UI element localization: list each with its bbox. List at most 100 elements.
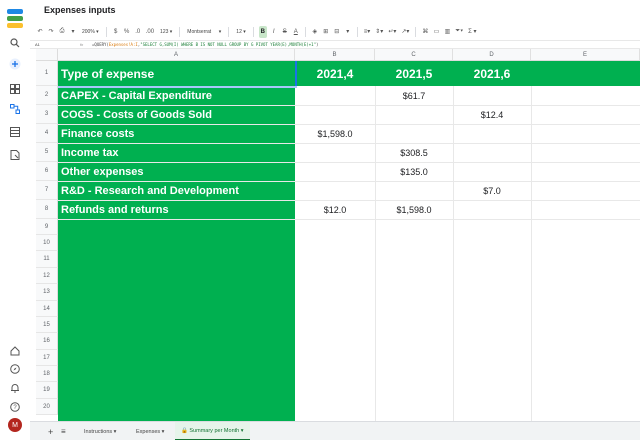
document-icon[interactable] — [8, 148, 22, 162]
expense-type-cell[interactable]: COGS - Costs of Goods Sold — [61, 105, 212, 124]
insert-link-icon[interactable]: ⌘ — [421, 26, 429, 38]
all-sheets-button[interactable]: ≡ — [61, 422, 66, 440]
home-icon[interactable] — [8, 344, 22, 358]
row-header[interactable]: 16 — [36, 333, 58, 350]
value-cell[interactable]: $1,598.0 — [295, 124, 375, 143]
row-header[interactable]: 4 — [36, 124, 58, 143]
freeze-line[interactable] — [58, 86, 297, 88]
value-cell[interactable]: $61.7 — [375, 86, 453, 105]
app-logo[interactable] — [7, 9, 23, 29]
row-header[interactable]: 2 — [36, 86, 58, 105]
bold-button[interactable]: B — [258, 25, 267, 38]
value-cell[interactable]: $308.5 — [375, 143, 453, 162]
expense-type-cell[interactable]: Refunds and returns — [61, 200, 169, 219]
redo-icon[interactable]: ↷ — [47, 26, 55, 38]
row-header[interactable]: 11 — [36, 251, 58, 268]
insert-comment-icon[interactable]: ▭ — [432, 26, 440, 38]
help-icon[interactable]: ? — [8, 400, 22, 414]
column-header-b[interactable]: B — [295, 49, 375, 61]
tab-expenses[interactable]: Expenses ▾ — [130, 422, 170, 440]
insert-chart-icon[interactable]: ▥ — [443, 26, 451, 38]
row-header[interactable]: 9 — [36, 219, 58, 235]
select-all-corner[interactable] — [36, 49, 58, 61]
expense-type-cell[interactable]: Income tax — [61, 143, 118, 162]
flow-icon[interactable] — [8, 102, 22, 116]
row-header[interactable]: 20 — [36, 399, 58, 415]
value-cell[interactable]: $12.4 — [453, 105, 531, 124]
merge-dropdown-icon[interactable]: ▾ — [344, 26, 352, 38]
currency-button[interactable]: $ — [112, 26, 120, 38]
sheets-app: ? M Expenses inputs ↶ ↷ ⎙ ▾ 200% ▾ $ % .… — [0, 0, 640, 440]
expense-type-cell[interactable]: Finance costs — [61, 124, 134, 143]
value-cell[interactable]: $7.0 — [453, 181, 531, 200]
merge-cells-icon[interactable]: ⊟ — [333, 26, 341, 38]
expense-type-cell[interactable]: Other expenses — [61, 162, 144, 181]
value-cell[interactable]: $135.0 — [375, 162, 453, 181]
functions-button[interactable]: Σ ▾ — [467, 26, 477, 38]
notifications-icon[interactable] — [8, 381, 22, 395]
add-sheet-button[interactable]: + — [48, 422, 53, 440]
header-cell-period[interactable]: 2021,5 — [375, 61, 453, 86]
row-header[interactable]: 6 — [36, 162, 58, 181]
column-header-d[interactable]: D — [453, 49, 531, 61]
gridline — [58, 162, 640, 163]
row-header[interactable]: 8 — [36, 200, 58, 219]
header-cell-period[interactable]: 2021,4 — [295, 61, 375, 86]
row-header[interactable]: 7 — [36, 181, 58, 200]
header-cell-type[interactable]: Type of expense — [61, 61, 154, 86]
column-header-e[interactable]: E — [531, 49, 640, 61]
value-cell[interactable]: $12.0 — [295, 200, 375, 219]
text-rotation-icon[interactable]: ↗▾ — [400, 26, 410, 38]
search-icon[interactable] — [8, 36, 22, 50]
paint-format-icon[interactable]: ▾ — [69, 26, 77, 38]
row-header[interactable]: 5 — [36, 143, 58, 162]
row-header[interactable]: 15 — [36, 317, 58, 333]
italic-button[interactable]: I — [270, 26, 278, 38]
tab-instructions[interactable]: Instructions ▾ — [78, 422, 122, 440]
decrease-decimal-button[interactable]: .0 — [134, 26, 142, 38]
row-header[interactable]: 12 — [36, 268, 58, 284]
fill-color-icon[interactable]: ◈ — [311, 26, 319, 38]
row-header[interactable]: 17 — [36, 350, 58, 366]
row-header[interactable]: 1 — [36, 61, 58, 86]
percent-button[interactable]: % — [123, 26, 131, 38]
avatar[interactable]: M — [8, 418, 22, 432]
value-cell[interactable]: $1,598.0 — [375, 200, 453, 219]
name-box[interactable]: A1 — [35, 42, 40, 47]
expense-type-cell[interactable]: R&D - Research and Development — [61, 181, 239, 200]
toolbar: ↶ ↷ ⎙ ▾ 200% ▾ $ % .0 .00 123 ▾ Montserr… — [36, 23, 640, 40]
formula-end: ) — [316, 42, 319, 47]
column-header-a[interactable]: A — [58, 49, 295, 61]
zoom-select[interactable]: 200% ▾ — [80, 26, 101, 38]
undo-icon[interactable]: ↶ — [36, 26, 44, 38]
row-header[interactable]: 10 — [36, 235, 58, 251]
column-header-c[interactable]: C — [375, 49, 453, 61]
increase-decimal-button[interactable]: .00 — [145, 26, 155, 38]
text-color-button[interactable]: A — [292, 26, 300, 38]
filter-icon[interactable]: ⏷▾ — [454, 26, 464, 38]
vertical-align-icon[interactable]: ⇕▾ — [374, 26, 384, 38]
horizontal-align-icon[interactable]: ≡▾ — [363, 26, 372, 38]
font-size-select[interactable]: 12 ▾ — [234, 26, 247, 38]
font-select[interactable]: Montserrat ▾ — [185, 26, 223, 38]
expense-type-cell[interactable]: CAPEX - Capital Expenditure — [61, 86, 212, 105]
borders-icon[interactable]: ⊞ — [322, 26, 330, 38]
row-header[interactable]: 18 — [36, 366, 58, 382]
number-format-select[interactable]: 123 ▾ — [158, 26, 174, 38]
explore-icon[interactable] — [8, 362, 22, 376]
header-cell-period[interactable]: 2021,6 — [453, 61, 531, 86]
text-wrap-icon[interactable]: ↵▾ — [387, 26, 397, 38]
strikethrough-button[interactable]: S — [281, 26, 289, 38]
formula-input[interactable]: =QUERY(Expenses!A:I,"SELECT G,SUM(I) WHE… — [92, 42, 318, 47]
table-icon[interactable] — [8, 125, 22, 139]
row-header[interactable]: 14 — [36, 301, 58, 317]
print-icon[interactable]: ⎙ — [58, 26, 66, 38]
dashboard-icon[interactable] — [8, 82, 22, 96]
document-title[interactable]: Expenses inputs — [44, 5, 116, 15]
row-header[interactable]: 13 — [36, 284, 58, 301]
add-icon[interactable] — [8, 57, 22, 71]
tab-summary-per-month[interactable]: 🔒 Summary per Month ▾ — [175, 422, 250, 440]
row-header[interactable]: 3 — [36, 105, 58, 124]
row-header[interactable]: 19 — [36, 382, 58, 399]
sheet-grid[interactable]: A B C D E 1 2 3 4 5 6 7 8 9 10 11 12 13 … — [36, 49, 640, 421]
